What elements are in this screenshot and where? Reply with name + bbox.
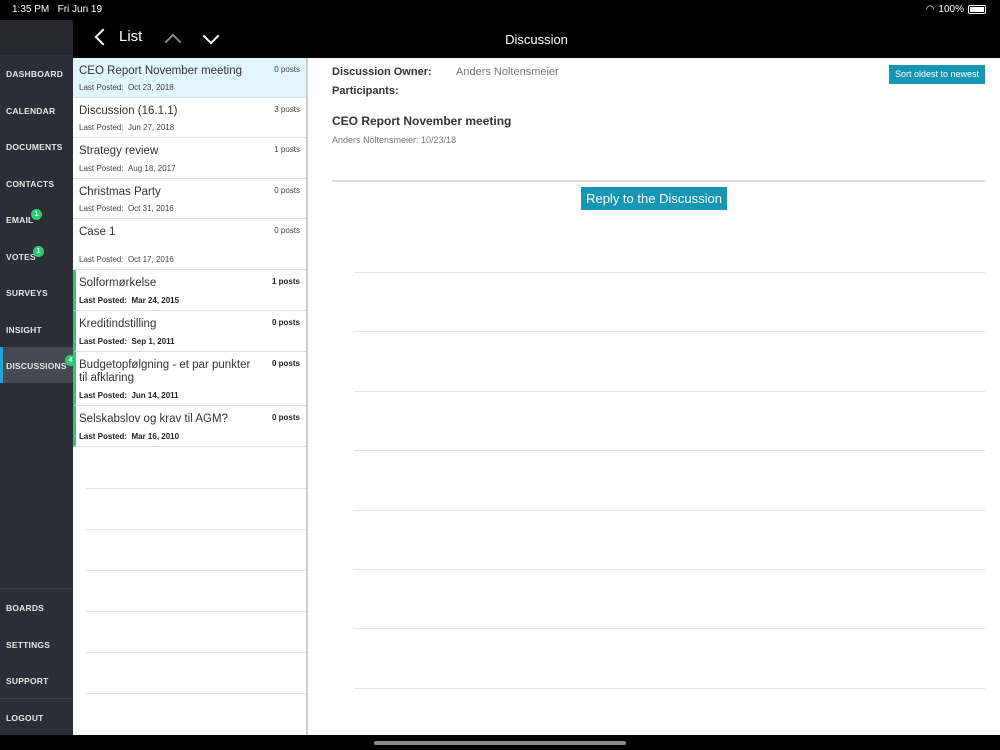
discussion-meta: Anders Noltensmeier: 10/23/18 (332, 135, 457, 145)
item-post-count: 1 posts (274, 145, 300, 154)
discussion-list-item[interactable]: Discussion (16.1.1) 3 posts Last Posted:… (73, 98, 306, 138)
status-bar: 1:35 PM Fri Jun 19 ◠ 100% (0, 0, 1000, 20)
participants-label: Participants: (332, 85, 399, 97)
sidebar-item-logout[interactable]: LOGOUT (0, 699, 73, 735)
discussion-list-item[interactable]: Selskabslov og krav til AGM? 0 posts Las… (73, 406, 306, 447)
home-bar (0, 735, 1000, 750)
sidebar-item-label: INSIGHT (6, 325, 42, 335)
previous-item-button[interactable] (164, 33, 182, 51)
discussion-list-item[interactable]: Christmas Party 0 posts Last Posted: Oct… (73, 179, 306, 219)
sidebar-item-label: DISCUSSIONS (6, 361, 67, 371)
chevron-left-icon (94, 28, 112, 45)
item-last-posted: Last Posted: Mar 16, 2010 (79, 432, 180, 441)
sidebar-item-votes[interactable]: VOTES 1 (0, 238, 73, 274)
item-title: Budgetopfølgning - et par punkter til af… (79, 359, 251, 384)
battery-text: 100% (938, 4, 964, 15)
reply-line-divider (354, 331, 985, 332)
sidebar-item-label: VOTES (6, 252, 36, 262)
status-time: 1:35 PM Fri Jun 19 (12, 4, 103, 15)
item-title: CEO Report November meeting (79, 65, 242, 77)
item-post-count: 0 posts (271, 318, 300, 327)
item-post-count: 0 posts (271, 359, 300, 368)
header: List Discussion (73, 20, 1000, 58)
reply-line-divider (354, 569, 985, 570)
sidebar: DASHBOARD CALENDAR DOCUMENTS CONTACTS EMAIL 1… (0, 20, 76, 735)
sidebar-item-label: CALENDAR (6, 106, 56, 116)
item-last-posted: Last Posted: Mar 24, 2015 (79, 296, 180, 305)
item-last-posted: Last Posted: Jun 27, 2018 (79, 123, 175, 132)
divider (332, 180, 985, 182)
item-last-posted: Last Posted: Aug 18, 2017 (79, 164, 176, 173)
reply-line-divider (354, 391, 985, 392)
item-last-posted: Last Posted: Oct 23, 2018 (79, 83, 174, 92)
reply-line-divider (354, 628, 985, 629)
item-title: Solformørkelse (79, 277, 157, 289)
item-title: Strategy review (79, 145, 159, 157)
sidebar-item-label: EMAIL (6, 215, 34, 225)
item-last-posted: Last Posted: Jun 14, 2011 (79, 391, 179, 400)
discussion-list-item[interactable]: Solformørkelse 1 posts Last Posted: Mar … (73, 270, 306, 311)
status-right: ◠ 100% (926, 4, 986, 15)
item-title: Selskabslov og krav til AGM? (79, 413, 228, 425)
sidebar-item-insight[interactable]: INSIGHT (0, 311, 73, 347)
back-to-list-button[interactable]: List (94, 28, 143, 45)
reply-line-divider (354, 450, 985, 451)
sidebar-item-email[interactable]: EMAIL 1 (0, 201, 73, 237)
owner-name: Anders Noltensmeier (456, 66, 559, 78)
item-post-count: 1 posts (271, 277, 300, 286)
empty-row-divider (85, 570, 306, 571)
sidebar-item-label: SURVEYS (6, 288, 48, 298)
sidebar-item-support[interactable]: SUPPORT (0, 662, 73, 698)
notification-badge: 1 (33, 246, 44, 257)
discussion-list-item[interactable]: Strategy review 1 posts Last Posted: Aug… (73, 138, 306, 179)
discussion-list: CEO Report November meeting 0 posts Last… (73, 58, 308, 735)
discussion-detail: Discussion Owner: Anders Noltensmeier Pa… (308, 58, 1000, 735)
empty-row-divider (85, 693, 306, 694)
item-last-posted: Last Posted: Oct 31, 2016 (79, 204, 174, 213)
sidebar-item-calendar[interactable]: CALENDAR (0, 92, 73, 128)
item-title: Kreditindstilling (79, 318, 157, 330)
item-post-count: 3 posts (274, 105, 300, 114)
item-last-posted: Last Posted: Sep 1, 2011 (79, 337, 175, 346)
item-post-count: 0 posts (274, 65, 300, 74)
battery-icon (968, 5, 986, 14)
wifi-icon: ◠ (925, 4, 935, 15)
discussion-list-item[interactable]: Budgetopfølgning - et par punkter til af… (73, 352, 306, 406)
discussion-list-item[interactable]: Case 1 0 posts Last Posted: Oct 17, 2016 (73, 219, 306, 270)
reply-line-divider (354, 272, 985, 273)
sidebar-item-label: CONTACTS (6, 179, 55, 189)
sidebar-item-documents[interactable]: DOCUMENTS (0, 128, 73, 164)
empty-row-divider (85, 611, 306, 612)
discussion-list-item[interactable]: Kreditindstilling 0 posts Last Posted: S… (73, 311, 306, 352)
item-post-count: 0 posts (271, 413, 300, 422)
next-item-button[interactable] (202, 27, 220, 45)
reply-line-divider (354, 688, 985, 689)
item-last-posted: Last Posted: Oct 17, 2016 (79, 255, 174, 264)
item-title: Case 1 (79, 226, 116, 238)
owner-label: Discussion Owner: (332, 66, 432, 78)
sidebar-item-settings[interactable]: SETTINGS (0, 626, 73, 662)
item-post-count: 0 posts (274, 186, 300, 195)
reply-button[interactable]: Reply to the Discussion (581, 187, 727, 210)
home-indicator[interactable] (374, 741, 626, 745)
discussion-title: CEO Report November meeting (332, 114, 512, 128)
sidebar-item-discussions[interactable]: DISCUSSIONS 4 (0, 347, 76, 383)
back-label: List (119, 28, 143, 45)
sidebar-item-label: DASHBOARD (6, 69, 64, 79)
item-title: Discussion (16.1.1) (79, 105, 178, 117)
empty-row-divider (85, 488, 306, 489)
notification-badge: 1 (31, 209, 42, 220)
item-post-count: 0 posts (274, 226, 300, 235)
sidebar-item-surveys[interactable]: SURVEYS (0, 274, 73, 310)
item-title: Christmas Party (79, 186, 161, 198)
sidebar-item-contacts[interactable]: CONTACTS (0, 165, 73, 201)
sidebar-item-dashboard[interactable]: DASHBOARD (0, 55, 73, 91)
sort-button[interactable]: Sort oldest to newest (889, 65, 985, 84)
discussion-list-item[interactable]: CEO Report November meeting 0 posts Last… (73, 58, 306, 98)
reply-line-divider (354, 510, 985, 511)
empty-row-divider (85, 529, 306, 530)
sidebar-item-label: DOCUMENTS (6, 142, 63, 152)
sidebar-item-boards[interactable]: BOARDS (0, 589, 73, 625)
empty-row-divider (85, 652, 306, 653)
